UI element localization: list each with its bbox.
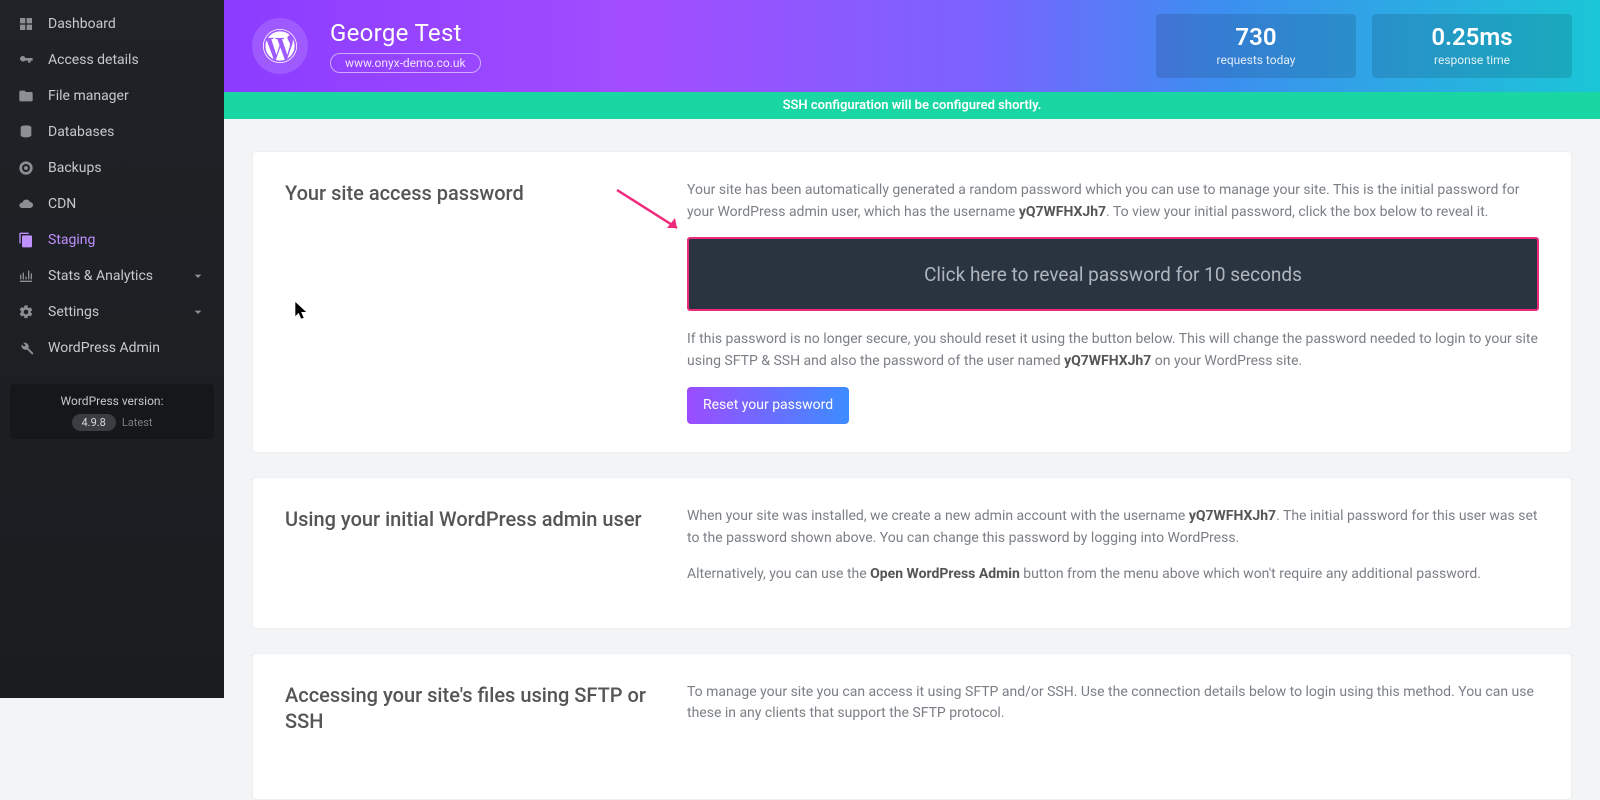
sidebar-item-staging[interactable]: Staging xyxy=(0,222,224,258)
wp-username: yQ7WFHXJh7 xyxy=(1064,353,1151,369)
sidebar-item-label: Access details xyxy=(48,52,139,68)
sidebar-item-label: Staging xyxy=(48,232,95,248)
sftp-paragraph: To manage your site you can access it us… xyxy=(687,682,1539,725)
sidebar-item-label: Stats & Analytics xyxy=(48,268,153,284)
wordpress-version-latest: Latest xyxy=(122,416,153,429)
stat-label: requests today xyxy=(1156,53,1356,67)
copy-icon xyxy=(18,232,34,248)
wordpress-version-label: WordPress version: xyxy=(16,394,208,408)
sidebar-item-file-manager[interactable]: File manager xyxy=(0,78,224,114)
wordpress-version-pill: 4.9.8 xyxy=(72,414,116,431)
sidebar-item-label: File manager xyxy=(48,88,129,104)
key-icon xyxy=(18,52,34,68)
sidebar-item-label: Dashboard xyxy=(48,16,116,32)
chevron-down-icon xyxy=(190,304,206,320)
notice-banner: SSH configuration will be configured sho… xyxy=(224,92,1600,119)
wp-username: yQ7WFHXJh7 xyxy=(1019,204,1106,220)
admin-paragraph-1: When your site was installed, we create … xyxy=(687,506,1539,549)
password-intro: Your site has been automatically generat… xyxy=(687,180,1539,223)
hero: George Test www.onyx-demo.co.uk 730 requ… xyxy=(224,0,1600,92)
reveal-password-button[interactable]: Click here to reveal password for 10 sec… xyxy=(687,237,1539,311)
sidebar: Dashboard Access details File manager Da… xyxy=(0,0,224,698)
sidebar-item-settings[interactable]: Settings xyxy=(0,294,224,330)
wp-username: yQ7WFHXJh7 xyxy=(1189,508,1276,524)
stat-value: 0.25ms xyxy=(1372,25,1572,49)
sidebar-item-backups[interactable]: Backups xyxy=(0,150,224,186)
wordpress-version-block: WordPress version: 4.9.8 Latest xyxy=(10,384,214,439)
sidebar-item-databases[interactable]: Databases xyxy=(0,114,224,150)
main: George Test www.onyx-demo.co.uk 730 requ… xyxy=(224,0,1600,698)
stat-label: response time xyxy=(1372,53,1572,67)
sidebar-item-label: WordPress Admin xyxy=(48,340,160,356)
site-url-pill[interactable]: www.onyx-demo.co.uk xyxy=(330,53,481,73)
database-icon xyxy=(18,124,34,140)
stat-response-time: 0.25ms response time xyxy=(1372,14,1572,78)
dashboard-icon xyxy=(18,16,34,32)
sidebar-item-dashboard[interactable]: Dashboard xyxy=(0,6,224,42)
sidebar-item-stats[interactable]: Stats & Analytics xyxy=(0,258,224,294)
life-ring-icon xyxy=(18,160,34,176)
gear-icon xyxy=(18,304,34,320)
admin-card-heading: Using your initial WordPress admin user xyxy=(285,506,655,599)
open-wordpress-admin-text: Open WordPress Admin xyxy=(870,566,1020,582)
folder-icon xyxy=(18,88,34,104)
password-card: Your site access password Your site has … xyxy=(252,151,1572,453)
stat-requests-today: 730 requests today xyxy=(1156,14,1356,78)
admin-paragraph-2: Alternatively, you can use the Open Word… xyxy=(687,564,1539,586)
sidebar-item-label: Databases xyxy=(48,124,114,140)
chevron-down-icon xyxy=(190,268,206,284)
stat-value: 730 xyxy=(1156,25,1356,49)
sidebar-item-cdn[interactable]: CDN xyxy=(0,186,224,222)
site-title: George Test xyxy=(330,19,481,47)
sidebar-item-label: Settings xyxy=(48,304,99,320)
password-card-heading: Your site access password xyxy=(285,180,655,424)
password-outro: If this password is no longer secure, yo… xyxy=(687,329,1539,372)
sidebar-item-access-details[interactable]: Access details xyxy=(0,42,224,78)
sidebar-item-wordpress-admin[interactable]: WordPress Admin xyxy=(0,330,224,366)
sidebar-item-label: Backups xyxy=(48,160,102,176)
chart-icon xyxy=(18,268,34,284)
admin-user-card: Using your initial WordPress admin user … xyxy=(252,477,1572,628)
sftp-card-heading: Accessing your site's files using SFTP o… xyxy=(285,682,655,739)
reset-password-button[interactable]: Reset your password xyxy=(687,387,849,425)
sftp-card: Accessing your site's files using SFTP o… xyxy=(252,653,1572,800)
wordpress-logo-icon xyxy=(252,18,308,74)
sidebar-item-label: CDN xyxy=(48,196,76,212)
mouse-cursor-icon xyxy=(295,302,309,322)
cloud-icon xyxy=(18,196,34,212)
wrench-icon xyxy=(18,340,34,356)
